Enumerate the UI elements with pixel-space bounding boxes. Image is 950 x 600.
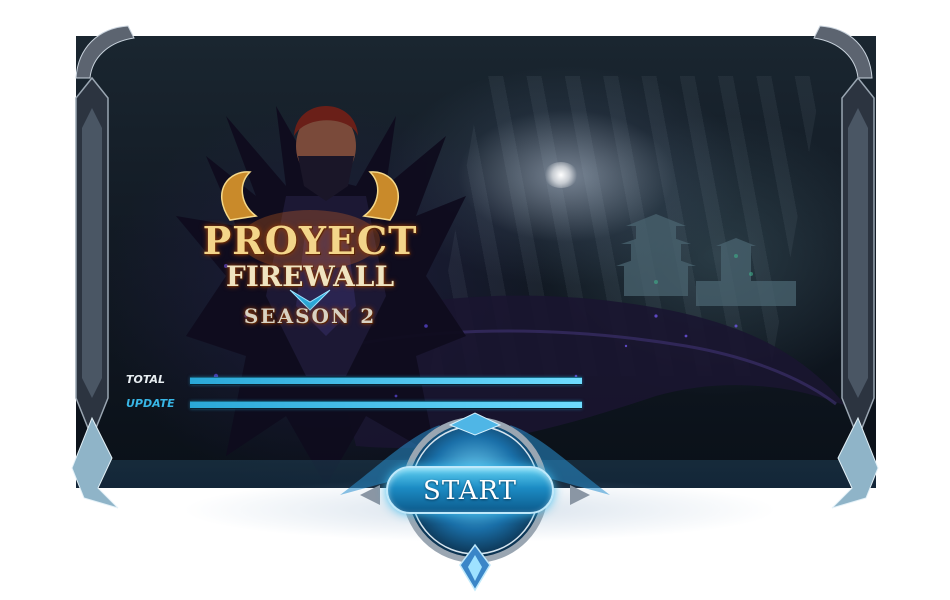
moon bbox=[544, 162, 578, 188]
launcher-window: PROYECT FIREWALL SEASON 2 TOTAL UPDATE S… bbox=[0, 0, 950, 600]
logo-subtitle: FIREWALL bbox=[225, 260, 395, 293]
right-frame-ornament bbox=[813, 25, 879, 509]
start-button[interactable]: START bbox=[386, 466, 554, 514]
logo-title: PROYECT bbox=[202, 218, 418, 263]
total-progress-fill bbox=[190, 378, 582, 384]
total-progress-bar bbox=[190, 377, 582, 385]
left-frame-ornament bbox=[71, 25, 135, 509]
logo-season: SEASON 2 bbox=[243, 304, 377, 328]
game-logo: PROYECT FIREWALL SEASON 2 bbox=[190, 160, 430, 335]
